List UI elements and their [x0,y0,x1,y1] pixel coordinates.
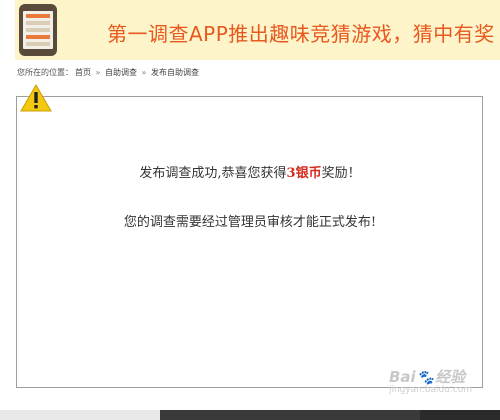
success-message-text: 发布调查成功,恭喜您获得 [139,166,287,181]
success-message: 发布调查成功,恭喜您获得3银币奖励！ [0,162,500,181]
breadcrumb-self-survey[interactable]: 自助调查 [105,68,137,77]
banner-text: 第一调查APP推出趣味竞猜游戏，猜中有奖 [107,22,495,46]
breadcrumb-prefix: 您所在的位置： [17,68,73,77]
breadcrumb: 您所在的位置： 首页 » 自助调查 » 发布自助调查 [17,67,201,78]
watermark: Bai🐾经验 jingyan.baidu.com [389,366,472,395]
top-banner[interactable]: 第一调查APP推出趣味竞猜游戏，猜中有奖 [15,0,500,60]
phone-app-icon [19,4,57,56]
paw-icon: 🐾 [416,370,435,386]
watermark-text-right: 经验 [435,368,466,386]
notice-box [16,96,483,388]
breadcrumb-separator: » [95,68,101,77]
warning-icon [20,84,52,112]
review-message: 您的调查需要经过管理员审核才能正式发布! [123,215,377,230]
reward-amount: 3银币 [286,166,322,181]
breadcrumb-home[interactable]: 首页 [75,68,91,77]
watermark-url: jingyan.baidu.com [388,385,472,395]
success-message-suffix: 奖励！ [321,166,361,181]
breadcrumb-separator: » [141,68,147,77]
breadcrumb-publish-survey: 发布自助调查 [151,68,199,77]
bottom-bar [0,410,500,420]
watermark-text-left: Bai [388,368,416,386]
